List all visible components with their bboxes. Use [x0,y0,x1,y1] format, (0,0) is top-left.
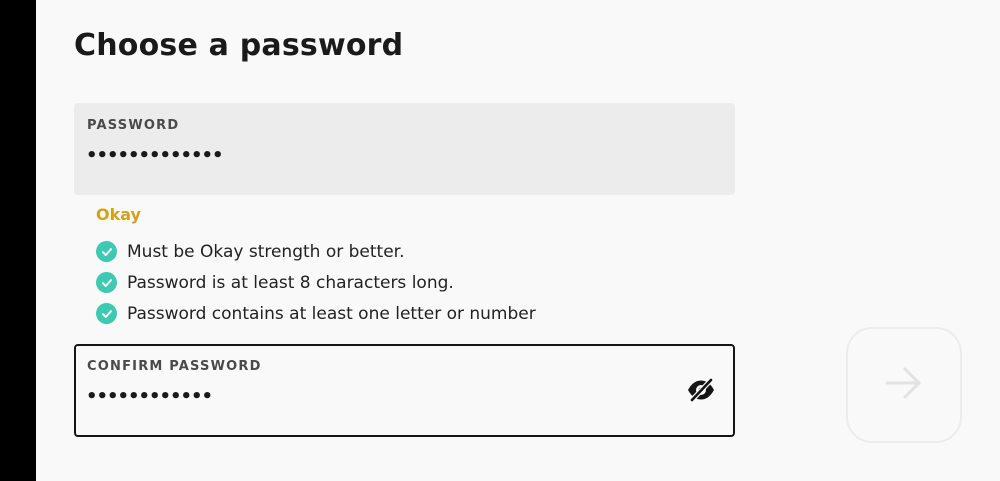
rule-text: Must be Okay strength or better. [127,241,405,262]
rule-item: Password is at least 8 characters long. [96,267,536,298]
password-input[interactable]: ••••••••••••• [86,145,224,166]
password-rules-list: Must be Okay strength or better. Passwor… [96,236,536,329]
check-circle-icon [96,272,117,293]
confirm-password-input[interactable]: •••••••••••• [86,386,213,407]
check-circle-icon [96,303,117,324]
next-button[interactable] [846,327,962,443]
confirm-password-field[interactable]: CONFIRM PASSWORD •••••••••••• [74,344,735,437]
rule-item: Must be Okay strength or better. [96,236,536,267]
page-title: Choose a password [74,28,404,63]
check-circle-icon [96,241,117,262]
left-edge-bar [0,0,36,481]
rule-text: Password is at least 8 characters long. [127,272,454,293]
rule-text: Password contains at least one letter or… [127,303,536,324]
eye-slash-icon[interactable] [685,376,717,404]
confirm-password-label: CONFIRM PASSWORD [87,359,262,374]
strength-label: Okay [96,205,141,224]
password-field[interactable]: PASSWORD ••••••••••••• [74,103,735,195]
arrow-right-icon [884,365,924,405]
password-field-label: PASSWORD [87,118,180,133]
rule-item: Password contains at least one letter or… [96,298,536,329]
